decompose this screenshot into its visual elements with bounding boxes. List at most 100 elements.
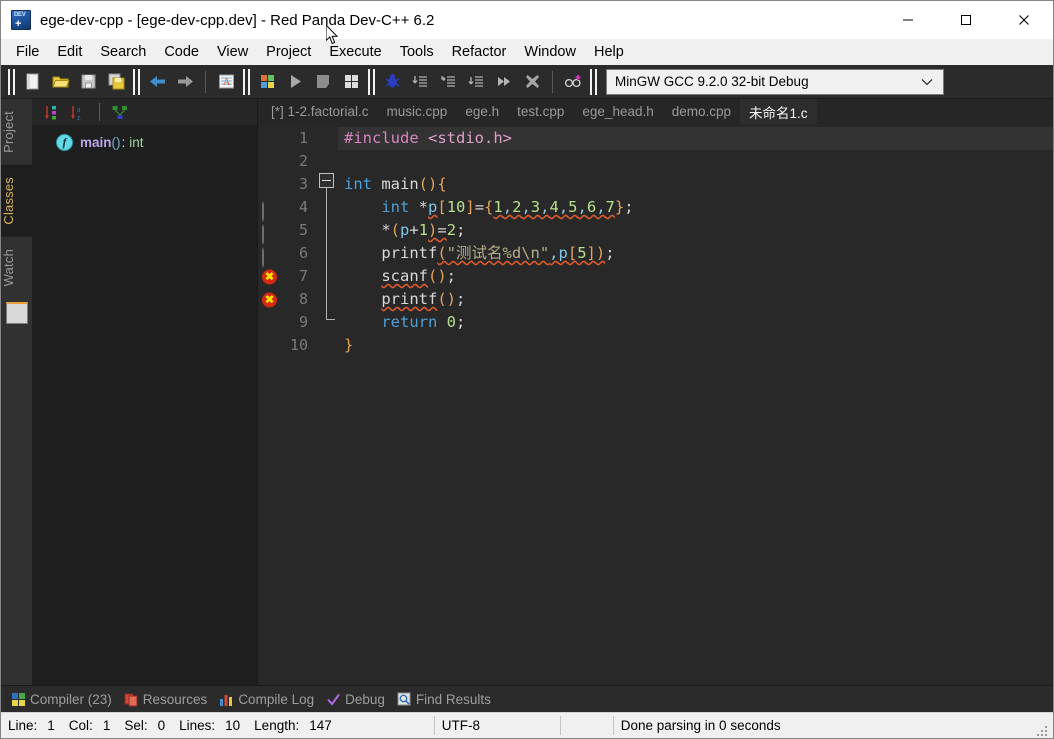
gutter-line[interactable]: 6 [258, 242, 316, 267]
line-number: 2 [298, 152, 308, 170]
window-controls [879, 1, 1053, 39]
breakpoint-marker-icon[interactable] [262, 223, 277, 244]
save-icon[interactable] [74, 68, 102, 96]
tab-untitled-1-c[interactable]: 未命名1.c [740, 99, 817, 124]
gutter-line[interactable]: 3 [258, 173, 316, 196]
class-browser-tree[interactable]: f main () : int [32, 125, 257, 685]
step-over-icon[interactable] [406, 68, 434, 96]
bottom-tab-compiler[interactable]: Compiler (23) [9, 690, 122, 709]
maximize-button[interactable] [937, 1, 995, 39]
tab-test-cpp[interactable]: test.cpp [508, 99, 573, 124]
forward-arrow-icon[interactable] [171, 68, 199, 96]
show-inherited-icon[interactable] [107, 101, 133, 123]
open-folder-icon[interactable] [46, 68, 74, 96]
token-comma: , [521, 198, 531, 216]
menu-view[interactable]: View [208, 41, 257, 63]
add-watch-icon[interactable] [559, 68, 587, 96]
gutter-line[interactable]: 10 [258, 334, 316, 357]
toolbar-grip-4[interactable] [368, 68, 375, 95]
code-line-1[interactable]: #include <stdio.h> [338, 127, 1053, 150]
save-all-icon[interactable] [102, 68, 130, 96]
stop-debug-icon[interactable] [518, 68, 546, 96]
panel-toggle-icon[interactable] [5, 301, 28, 324]
tab-ege-head-h[interactable]: ege_head.h [573, 99, 662, 124]
tab-1-2-factorial-c[interactable]: [*] 1-2.factorial.c [262, 99, 378, 124]
code-line-3[interactable]: int main(){ [338, 173, 1053, 196]
token-star: * [418, 198, 429, 216]
error-marker-icon[interactable]: ✖ [262, 292, 277, 307]
gutter-line[interactable]: 4 [258, 196, 316, 221]
menu-search[interactable]: Search [91, 41, 155, 63]
bottom-tab-find-results[interactable]: Find Results [395, 690, 501, 709]
minimize-button[interactable] [879, 1, 937, 39]
toolbar-grip-3[interactable] [243, 68, 250, 95]
token-lbracket: [ [567, 244, 578, 262]
menu-code[interactable]: Code [155, 41, 208, 63]
bottom-tab-resources[interactable]: Resources [122, 690, 218, 709]
code-line-8[interactable]: printf(); [338, 288, 1053, 311]
code-editor[interactable]: 1 2 3 4 5 6 ✖ 7 ✖ 8 9 10 #include <stdio… [258, 124, 1053, 685]
gutter-line[interactable]: 5 [258, 219, 316, 244]
gutter-line[interactable]: 1 [258, 127, 316, 150]
stop-execution-icon[interactable] [309, 68, 337, 96]
menu-execute[interactable]: Execute [320, 41, 390, 63]
token-2: 2 [446, 221, 457, 239]
back-arrow-icon[interactable] [143, 68, 171, 96]
status-sel: Sel: 0 [117, 713, 172, 738]
menu-window[interactable]: Window [515, 41, 585, 63]
gutter-line[interactable]: 2 [258, 150, 316, 173]
code-line-9[interactable]: return 0; [338, 311, 1053, 334]
close-button[interactable] [995, 1, 1053, 39]
token-comma: , [549, 244, 559, 262]
tab-music-cpp[interactable]: music.cpp [378, 99, 457, 124]
toolbar-grip[interactable] [8, 68, 15, 95]
breakpoint-marker-icon[interactable] [262, 246, 277, 267]
gutter-line[interactable]: ✖ 8 [258, 288, 316, 311]
status-encoding[interactable]: UTF-8 [435, 713, 560, 738]
code-line-10[interactable]: } [338, 334, 1053, 357]
editor-gutter[interactable]: 1 2 3 4 5 6 ✖ 7 ✖ 8 9 10 [258, 124, 316, 685]
menu-refactor[interactable]: Refactor [443, 41, 516, 63]
toolbar-grip-2[interactable] [133, 68, 140, 95]
code-line-7[interactable]: scanf(); [338, 265, 1053, 288]
fold-collapse-icon[interactable] [319, 173, 334, 188]
compile-icon[interactable] [253, 68, 281, 96]
menu-tools[interactable]: Tools [391, 41, 443, 63]
tab-ege-h[interactable]: ege.h [456, 99, 508, 124]
vtab-classes[interactable]: Classes [1, 164, 32, 237]
step-out-icon[interactable] [462, 68, 490, 96]
code-line-6[interactable]: printf("测试名%d\n",p[5]); [338, 242, 1053, 265]
menu-edit[interactable]: Edit [48, 41, 91, 63]
menu-file[interactable]: File [7, 41, 48, 63]
compile-run-icon[interactable] [337, 68, 365, 96]
editor-fold-column[interactable] [316, 124, 338, 685]
bottom-tab-debug[interactable]: Debug [324, 690, 395, 709]
format-code-icon[interactable]: A [212, 68, 240, 96]
toolbar-grip-5[interactable] [590, 68, 597, 95]
breakpoint-marker-icon[interactable] [262, 200, 277, 221]
editor-code-text[interactable]: #include <stdio.h> int main(){ int *p[10… [338, 124, 1053, 685]
gutter-line[interactable]: ✖ 7 [258, 265, 316, 288]
error-marker-icon[interactable]: ✖ [262, 269, 277, 284]
code-line-4[interactable]: int *p[10]={1,2,3,4,5,6,7}; [338, 196, 1053, 219]
vtab-watch[interactable]: Watch [1, 236, 32, 298]
continue-icon[interactable] [490, 68, 518, 96]
new-file-icon[interactable] [18, 68, 46, 96]
compiler-set-value: MinGW GCC 9.2.0 32-bit Debug [615, 74, 809, 89]
step-into-icon[interactable] [434, 68, 462, 96]
menu-project[interactable]: Project [257, 41, 320, 63]
gutter-line[interactable]: 9 [258, 311, 316, 334]
resize-grip-icon[interactable] [1035, 724, 1051, 738]
sort-alphabetical-icon[interactable]: a z [66, 101, 92, 123]
compiler-set-dropdown[interactable]: MinGW GCC 9.2.0 32-bit Debug [606, 68, 944, 95]
bottom-tab-compile-log[interactable]: Compile Log [217, 690, 324, 709]
code-line-5[interactable]: *(p+1)=2; [338, 219, 1053, 242]
vtab-project[interactable]: Project [1, 99, 32, 165]
menu-help[interactable]: Help [585, 41, 633, 63]
run-icon[interactable] [281, 68, 309, 96]
sort-by-type-icon[interactable] [40, 101, 66, 123]
debug-bug-icon[interactable] [378, 68, 406, 96]
tree-item-main-function[interactable]: f main () : int [32, 131, 257, 153]
tab-demo-cpp[interactable]: demo.cpp [663, 99, 740, 124]
code-line-2[interactable] [338, 150, 1053, 173]
